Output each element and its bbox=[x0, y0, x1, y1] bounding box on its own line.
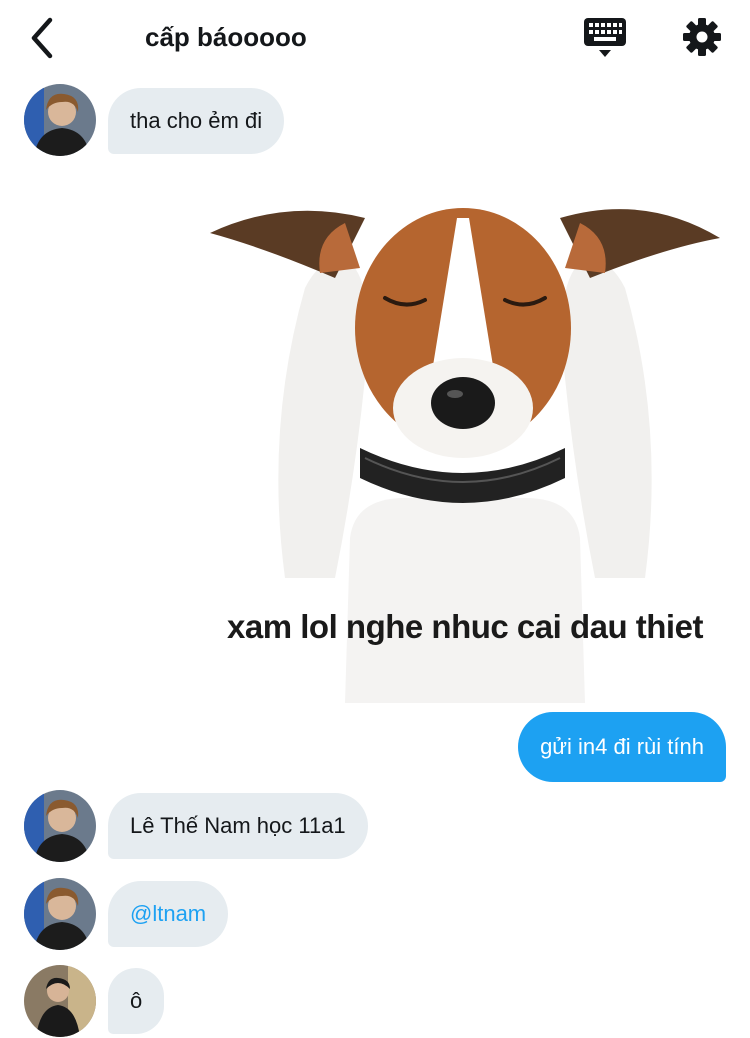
conversation-title: cấp báooooo bbox=[145, 22, 307, 52]
settings-button[interactable] bbox=[678, 13, 726, 61]
keyboard-button[interactable] bbox=[582, 14, 630, 62]
message-bubble-outgoing[interactable]: gửi in4 đi rùi tính bbox=[518, 712, 726, 782]
gear-icon bbox=[683, 18, 721, 56]
conversation-header: cấp báooooo bbox=[0, 0, 750, 80]
avatar-image bbox=[24, 84, 96, 156]
sender-avatar[interactable] bbox=[24, 965, 96, 1037]
message-bubble-incoming[interactable]: Lê Thế Nam học 11a1 bbox=[108, 793, 368, 859]
mention-link[interactable]: @ltnam bbox=[108, 881, 229, 947]
back-button[interactable] bbox=[24, 14, 68, 62]
chevron-left-icon bbox=[31, 17, 53, 59]
avatar-image bbox=[24, 965, 96, 1037]
sender-avatar[interactable] bbox=[24, 790, 96, 862]
sender-avatar[interactable] bbox=[24, 878, 96, 950]
sender-avatar[interactable] bbox=[24, 84, 96, 156]
avatar-image bbox=[24, 790, 96, 862]
message-bubble-incoming[interactable]: ô bbox=[108, 968, 165, 1034]
meme-caption: xam lol nghe nhuc cai dau thiet bbox=[227, 608, 703, 645]
keyboard-icon bbox=[584, 18, 626, 57]
message-bubble-incoming[interactable]: tha cho ẻm đi bbox=[108, 88, 285, 154]
avatar-image bbox=[24, 878, 96, 950]
message-image[interactable]: xam lol nghe nhuc cai dau thiet bbox=[205, 178, 725, 703]
